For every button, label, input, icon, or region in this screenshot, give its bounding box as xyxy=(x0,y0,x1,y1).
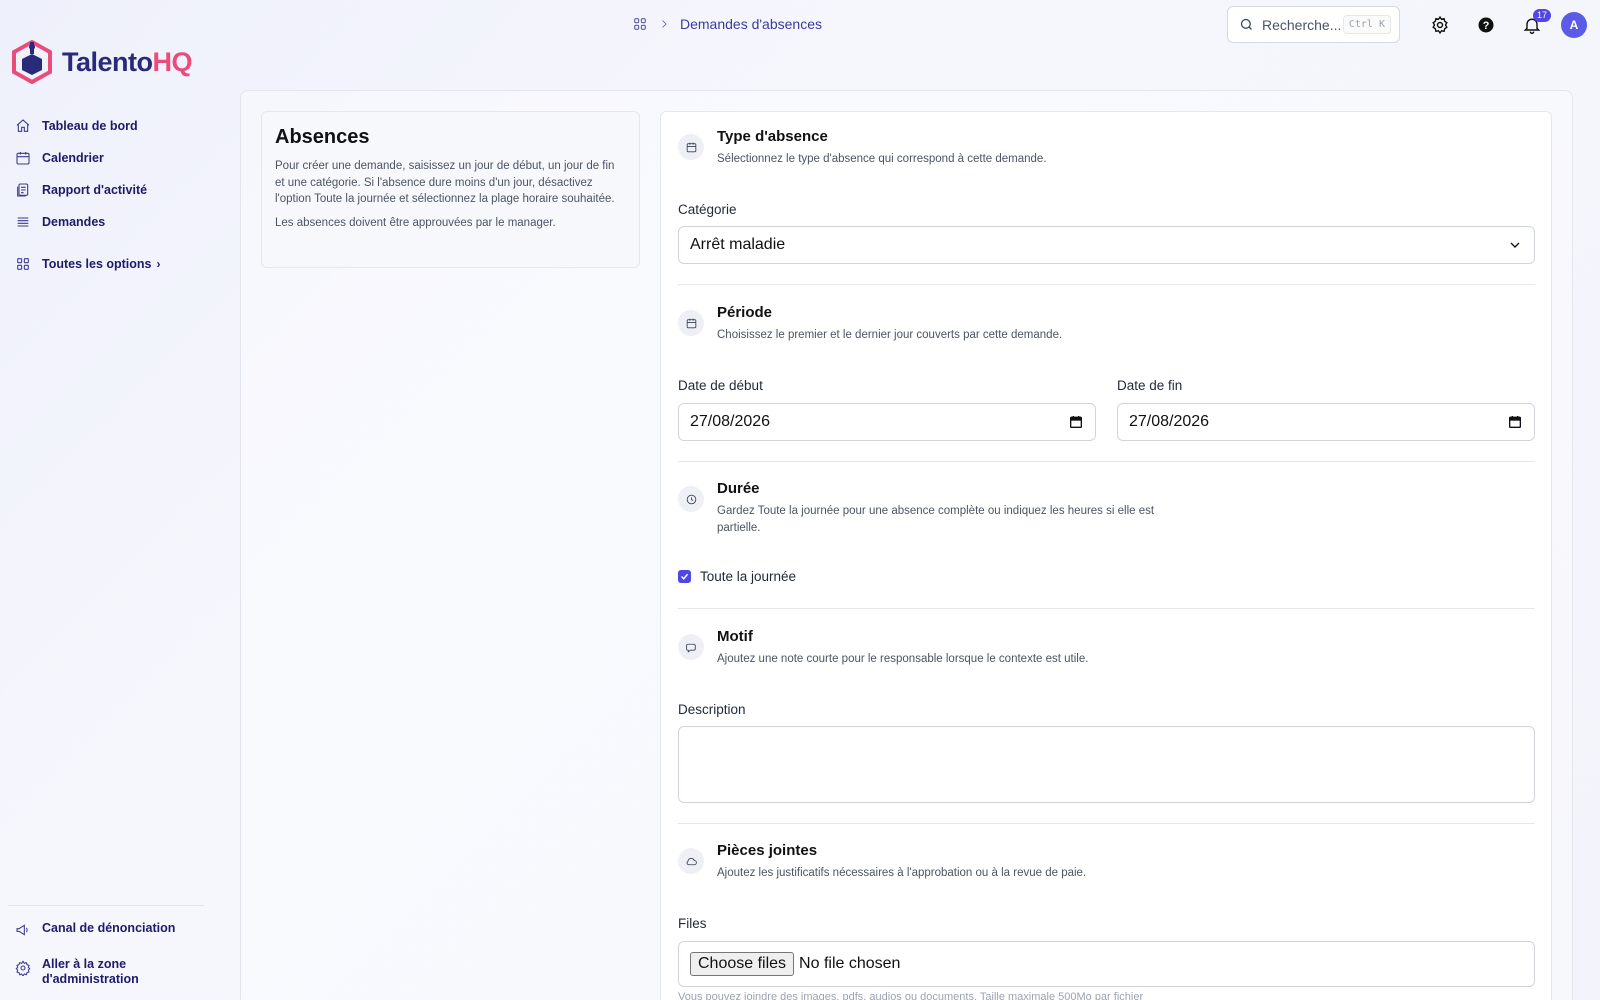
start-date-input[interactable]: 27/08/2026 xyxy=(678,403,1096,441)
info-paragraph: Pour créer une demande, saisissez un jou… xyxy=(275,160,615,205)
no-file-text: No file chosen xyxy=(799,955,901,972)
files-label: Files xyxy=(678,916,707,931)
breadcrumb: Demandes d'absences xyxy=(632,16,822,32)
apps-grid-icon[interactable] xyxy=(632,16,648,32)
section-title: Période xyxy=(717,304,773,321)
notifications-button[interactable]: 17 xyxy=(1520,9,1551,37)
sidebar-item-label: Aller à la zone d'administration xyxy=(42,957,139,986)
category-value: Arrêt maladie xyxy=(690,236,786,253)
settings-button[interactable] xyxy=(1428,13,1452,37)
all-day-checkbox-row[interactable]: Toute la journée xyxy=(678,569,796,584)
chevron-right-icon xyxy=(662,20,667,28)
sidebar-item-all-options[interactable]: Toutes les options › xyxy=(14,248,224,280)
logo-cube-icon xyxy=(12,40,52,84)
calendar-icon xyxy=(678,310,704,336)
divider xyxy=(678,608,1535,609)
section-title: Durée xyxy=(717,480,760,497)
search-shortcut: Ctrl K xyxy=(1342,15,1391,34)
section-period: Période Choisissez le premier et le derni… xyxy=(678,304,1062,344)
gear-icon xyxy=(14,959,32,977)
sidebar-item-label: Canal de dénonciation xyxy=(42,921,176,935)
chat-icon xyxy=(678,634,704,660)
section-attachments: Pièces jointes Ajoutez les justificatifs … xyxy=(678,842,1086,882)
description-textarea[interactable] xyxy=(678,726,1535,803)
calendar-icon xyxy=(14,149,32,167)
section-desc: Ajoutez une note courte pour le responsa… xyxy=(717,653,1089,665)
notification-count-badge: 17 xyxy=(1532,9,1551,22)
chevron-right-icon: › xyxy=(156,257,161,271)
gear-icon xyxy=(1432,15,1448,35)
start-date-label: Date de début xyxy=(678,378,763,393)
calendar-picker-icon[interactable] xyxy=(1507,414,1523,430)
section-desc: Choisissez le premier et le dernier jour… xyxy=(717,329,1063,341)
cloud-icon xyxy=(678,848,704,874)
clock-icon xyxy=(678,486,704,512)
megaphone-icon xyxy=(14,921,32,939)
section-title: Pièces jointes xyxy=(717,842,818,859)
sidebar-item-label: Calendrier xyxy=(42,151,104,165)
all-day-checkbox[interactable] xyxy=(678,570,691,583)
divider xyxy=(678,823,1535,824)
sidebar-item-calendar[interactable]: Calendrier xyxy=(14,142,224,174)
section-duration: Durée Gardez Toute la journée pour une ab… xyxy=(678,480,1157,537)
section-title: Type d'absence xyxy=(717,128,828,145)
section-type: Type d'absence Sélectionnez le type d'abs… xyxy=(678,128,1047,168)
end-date-value: 27/08/2026 xyxy=(1129,413,1210,430)
sidebar-divider xyxy=(8,905,204,906)
grid-icon xyxy=(14,255,32,273)
report-icon xyxy=(14,181,32,199)
help-button[interactable]: ? xyxy=(1474,13,1498,37)
home-icon xyxy=(14,117,32,135)
svg-text:?: ? xyxy=(1483,20,1490,32)
sidebar-item-label: Rapport d'activité xyxy=(42,183,148,197)
category-select[interactable]: Arrêt maladie xyxy=(678,226,1535,264)
logo[interactable]: TalentoHQ xyxy=(12,40,192,84)
files-hint: Vous pouvez joindre des images, pdfs, au… xyxy=(678,991,1144,1000)
sidebar-item-label: Demandes xyxy=(42,215,106,229)
section-title: Motif xyxy=(717,628,753,645)
section-desc: Ajoutez les justificatifs nécessaires à … xyxy=(717,867,1087,879)
search-icon xyxy=(1240,18,1252,30)
calendar-picker-icon[interactable] xyxy=(1068,414,1084,430)
info-card: Absences Pour créer une demande, saisiss… xyxy=(261,111,640,268)
divider xyxy=(678,284,1535,285)
chevron-down-icon xyxy=(1510,242,1520,248)
sidebar: TalentoHQ Tableau de bord Calendrier Rap… xyxy=(0,0,240,1000)
brand-name: TalentoHQ xyxy=(62,46,192,77)
sidebar-item-admin[interactable]: Aller à la zone d'administration xyxy=(14,953,224,991)
info-paragraph: Les absences doivent être approuvées par… xyxy=(275,216,556,229)
help-icon: ? xyxy=(1478,17,1494,33)
breadcrumb-current[interactable]: Demandes d'absences xyxy=(680,16,822,32)
section-desc: Sélectionnez le type d'absence qui corre… xyxy=(717,153,1047,165)
divider xyxy=(678,461,1535,462)
start-date-value: 27/08/2026 xyxy=(690,413,771,430)
sidebar-item-whistleblow[interactable]: Canal de dénonciation xyxy=(14,917,224,943)
sidebar-item-label: Tableau de bord xyxy=(42,119,138,133)
description-label: Description xyxy=(678,702,746,717)
end-date-label: Date de fin xyxy=(1117,378,1183,393)
category-label: Catégorie xyxy=(678,202,737,217)
page-title: Absences xyxy=(275,126,370,148)
sidebar-nav: Tableau de bord Calendrier Rapport d'act… xyxy=(14,110,224,280)
end-date-input[interactable]: 27/08/2026 xyxy=(1117,403,1535,441)
list-icon xyxy=(14,213,32,231)
search-placeholder: Recherche... xyxy=(1262,16,1342,33)
sidebar-item-report[interactable]: Rapport d'activité xyxy=(14,174,224,206)
sidebar-item-dashboard[interactable]: Tableau de bord xyxy=(14,110,224,142)
sidebar-bottom-nav: Canal de dénonciation Aller à la zone d'… xyxy=(14,917,224,991)
avatar[interactable]: A xyxy=(1561,12,1587,38)
sidebar-item-label: Toutes les options xyxy=(42,257,152,271)
all-day-label: Toute la journée xyxy=(700,569,797,584)
file-input[interactable]: Choose files No file chosen xyxy=(678,941,1535,987)
section-desc: Gardez Toute la journée pour une absence… xyxy=(717,505,1155,534)
absence-form: Type d'absence Sélectionnez le type d'abs… xyxy=(660,111,1552,1000)
section-reason: Motif Ajoutez une note courte pour le res… xyxy=(678,628,1088,668)
calendar-icon xyxy=(678,134,704,160)
sidebar-item-requests[interactable]: Demandes xyxy=(14,206,224,238)
choose-files-button[interactable]: Choose files xyxy=(690,952,795,976)
search-box[interactable]: Recherche... Ctrl K xyxy=(1227,6,1400,43)
